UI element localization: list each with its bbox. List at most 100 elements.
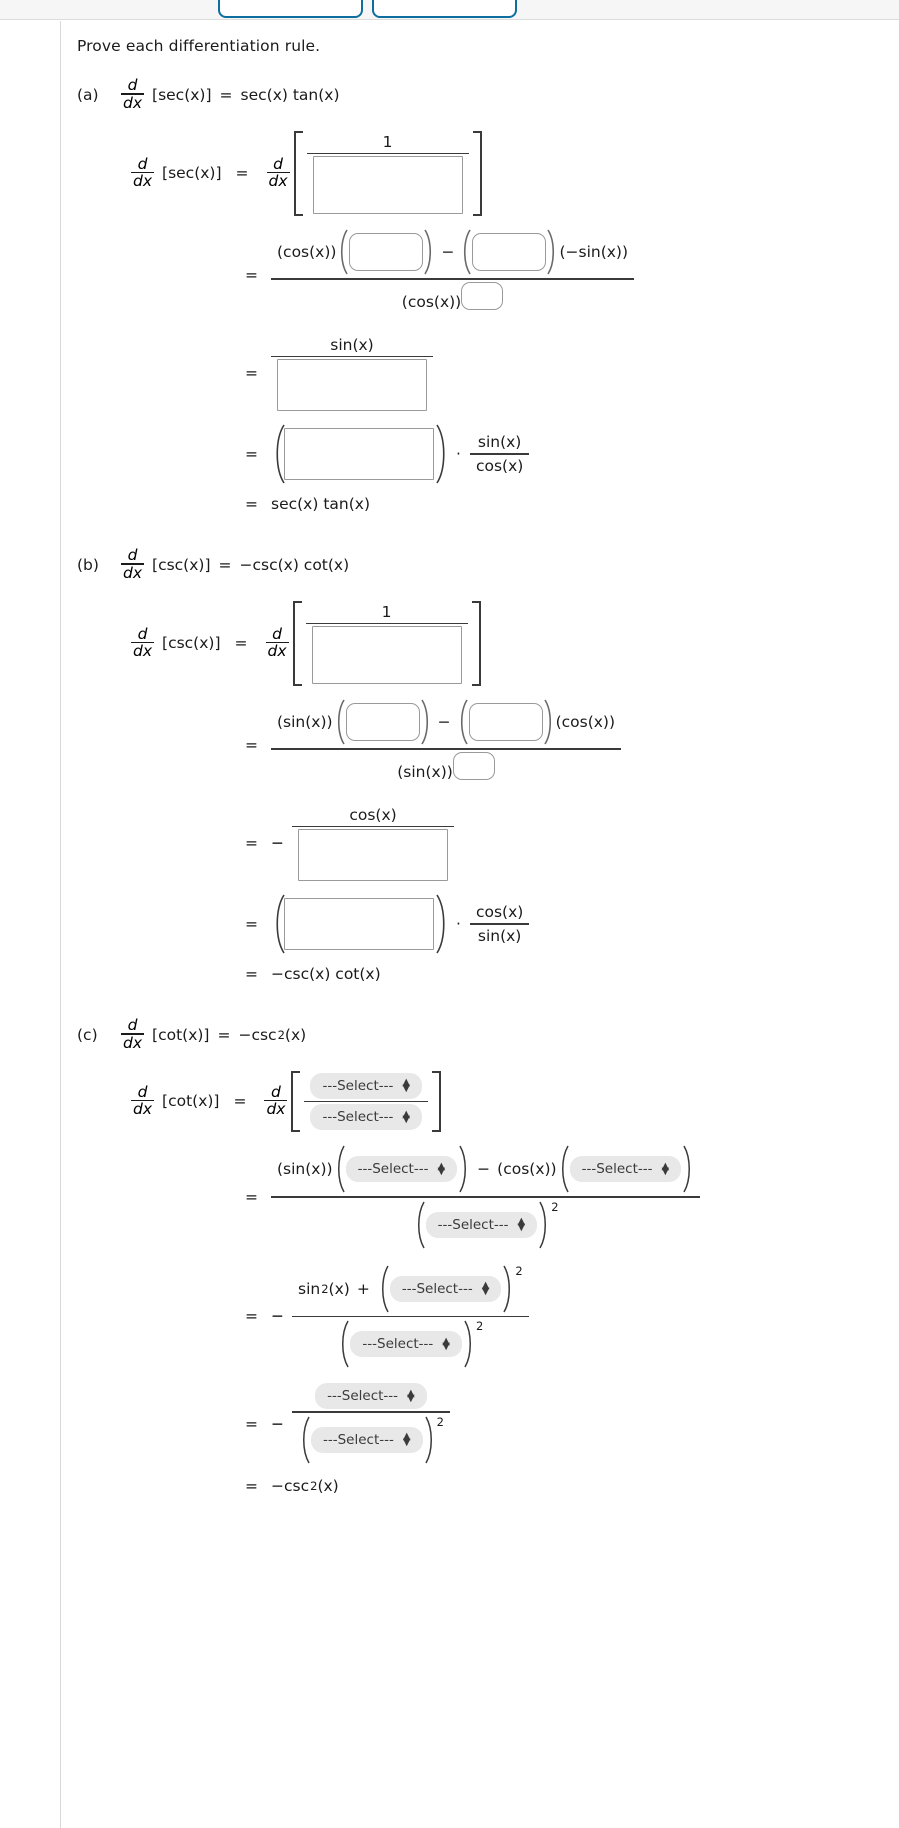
fraction-denominator: ---Select--- ▲ ▼ 2 — [407, 1198, 565, 1252]
numerator-mid: (cos(x)) — [497, 1160, 557, 1179]
numerator-prefix: (cos(x)) — [277, 243, 337, 262]
equals-sign: = — [245, 915, 258, 934]
final-result: sec(x) tan(x) — [271, 495, 370, 514]
select-label: ---Select--- — [323, 1431, 394, 1448]
bracket-argument: [csc(x)] — [162, 634, 221, 653]
work-line-derivative: d dx [sec(x)] = d dx 1 — [127, 130, 899, 217]
dot-operator: · — [456, 915, 461, 934]
operator-numerator: d — [272, 624, 282, 643]
select-dropdown[interactable]: ---Select--- ▲ ▼ — [425, 1211, 538, 1238]
paren-left — [333, 1144, 346, 1194]
paren-left — [298, 1415, 311, 1465]
answer-input-box[interactable] — [298, 829, 448, 882]
select-dropdown[interactable]: ---Select--- ▲ ▼ — [315, 1383, 427, 1410]
final-result-base: −csc — [271, 1476, 310, 1495]
paren-left — [456, 698, 469, 746]
fraction: ---Select--- ▲ ▼ ---Select--- ▲ ▼ — [292, 1381, 450, 1467]
part-c-label: (c) — [77, 1025, 98, 1044]
fraction-denominator: (sin(x)) — [391, 750, 501, 794]
select-dropdown[interactable]: ---Select--- ▲ ▼ — [345, 1156, 458, 1183]
part-b-label: (b) — [77, 555, 99, 574]
select-label: ---Select--- — [401, 1280, 473, 1297]
paren-right — [681, 1144, 694, 1194]
answer-input-box[interactable] — [284, 898, 434, 951]
paren-left — [377, 1264, 390, 1314]
equals-sign: = — [234, 634, 248, 653]
toolbar-button-2[interactable] — [372, 0, 517, 18]
exponent: 2 — [436, 1414, 444, 1429]
answer-input-box[interactable] — [349, 233, 424, 272]
derivative-operator: d dx — [131, 625, 155, 662]
chevron-updown-icon: ▲ ▼ — [402, 1077, 411, 1094]
work-line-simple-fraction: = sin(x) — [245, 334, 899, 414]
equals-sign: = — [219, 85, 233, 104]
answer-input-box[interactable] — [311, 626, 462, 685]
select-dropdown[interactable]: ---Select--- ▲ ▼ — [311, 1426, 423, 1453]
dot-operator: · — [456, 445, 461, 464]
square-bracket-group: ---Select--- ▲ ▼ ---Select--- ▲ ▼ — [291, 1070, 442, 1133]
operator-denominator: dx — [268, 172, 288, 191]
select-dropdown[interactable]: ---Select--- ▲ ▼ — [350, 1331, 462, 1358]
answer-input-box-exponent[interactable] — [461, 281, 504, 310]
bracket-argument: [sec(x)] — [162, 164, 222, 183]
chevron-updown-icon: ▲ ▼ — [661, 1160, 670, 1178]
work-line-sin-squared: = − sin 2 (x) + ---Select--- ▲ ▼ 2 ---Se… — [245, 1262, 899, 1372]
answer-input-box[interactable] — [312, 156, 463, 215]
select-dropdown[interactable]: ---Select--- ▲ ▼ — [389, 1275, 502, 1302]
answer-input-box[interactable] — [468, 703, 543, 742]
part-b: (b) d dx [csc(x)] = −csc(x) cot(x) d dx … — [77, 547, 899, 983]
answer-input-box-exponent[interactable] — [452, 751, 495, 780]
operator-denominator: dx — [133, 642, 153, 661]
paren-right — [423, 228, 436, 276]
paren-left — [271, 893, 285, 955]
select-dropdown[interactable]: ---Select--- ▲ ▼ — [569, 1156, 682, 1183]
fraction-denominator: ---Select--- ▲ ▼ 2 — [292, 1413, 450, 1467]
toolbar-button-1[interactable] — [218, 0, 363, 18]
answer-input-box[interactable] — [345, 703, 420, 742]
equals-sign: = — [245, 1307, 258, 1326]
select-label: ---Select--- — [322, 1077, 394, 1094]
derivative-operator: d dx — [131, 1083, 155, 1120]
part-c-statement: (c) d dx [cot(x)] = −csc 2 (x) — [77, 1017, 899, 1053]
answer-input-box[interactable] — [284, 428, 434, 481]
select-dropdown[interactable]: ---Select--- ▲ ▼ — [310, 1072, 423, 1099]
operator-denominator: dx — [123, 1033, 143, 1052]
exponent: 2 — [475, 1319, 484, 1334]
equals-sign: = — [245, 735, 258, 754]
chevron-updown-icon: ▲ ▼ — [442, 1335, 450, 1353]
fraction-numerator: 1 — [381, 602, 392, 621]
paren-right — [434, 893, 447, 955]
paren-right — [537, 1200, 550, 1250]
equals-sign: = — [245, 445, 258, 464]
operator-denominator: dx — [123, 563, 143, 582]
fraction: 1 — [306, 131, 469, 217]
numerator-lead-exponent: 2 — [321, 1281, 329, 1296]
equals-sign: = — [217, 1025, 231, 1044]
paren-left — [413, 1200, 426, 1250]
select-label: ---Select--- — [327, 1388, 399, 1405]
statement-rhs: −csc(x) cot(x) — [239, 555, 350, 574]
left-margin-rail — [0, 21, 60, 1828]
select-dropdown[interactable]: ---Select--- ▲ ▼ — [310, 1104, 423, 1131]
chevron-updown-icon: ▲ ▼ — [481, 1280, 490, 1297]
paren-right — [457, 1144, 470, 1194]
fraction-denominator — [292, 827, 454, 883]
minus-sign: − — [441, 243, 455, 262]
statement-rhs-tail: (x) — [284, 1025, 307, 1044]
work-line-final: = sec(x) tan(x) — [245, 495, 899, 513]
equals-sign: = — [245, 1414, 258, 1433]
part-b-statement: (b) d dx [csc(x)] = −csc(x) cot(x) — [77, 547, 899, 583]
answer-input-box[interactable] — [472, 233, 547, 272]
numerator-prefix: (sin(x)) — [277, 1160, 333, 1179]
bracket-right — [472, 130, 482, 217]
final-result: −csc(x) cot(x) — [271, 965, 381, 984]
operator-denominator: dx — [133, 172, 153, 191]
part-c: (c) d dx [cot(x)] = −csc 2 (x) d dx [cot… — [77, 1017, 899, 1495]
answer-input-box[interactable] — [277, 359, 427, 412]
square-bracket-group: 1 — [293, 130, 482, 217]
chevron-updown-icon: ▲ ▼ — [407, 1387, 415, 1405]
operator-denominator: dx — [133, 1100, 153, 1119]
numerator-suffix: (cos(x)) — [555, 713, 616, 732]
negative-sign: − — [271, 834, 284, 853]
fraction-numerator: ---Select--- ▲ ▼ — [309, 1381, 433, 1411]
